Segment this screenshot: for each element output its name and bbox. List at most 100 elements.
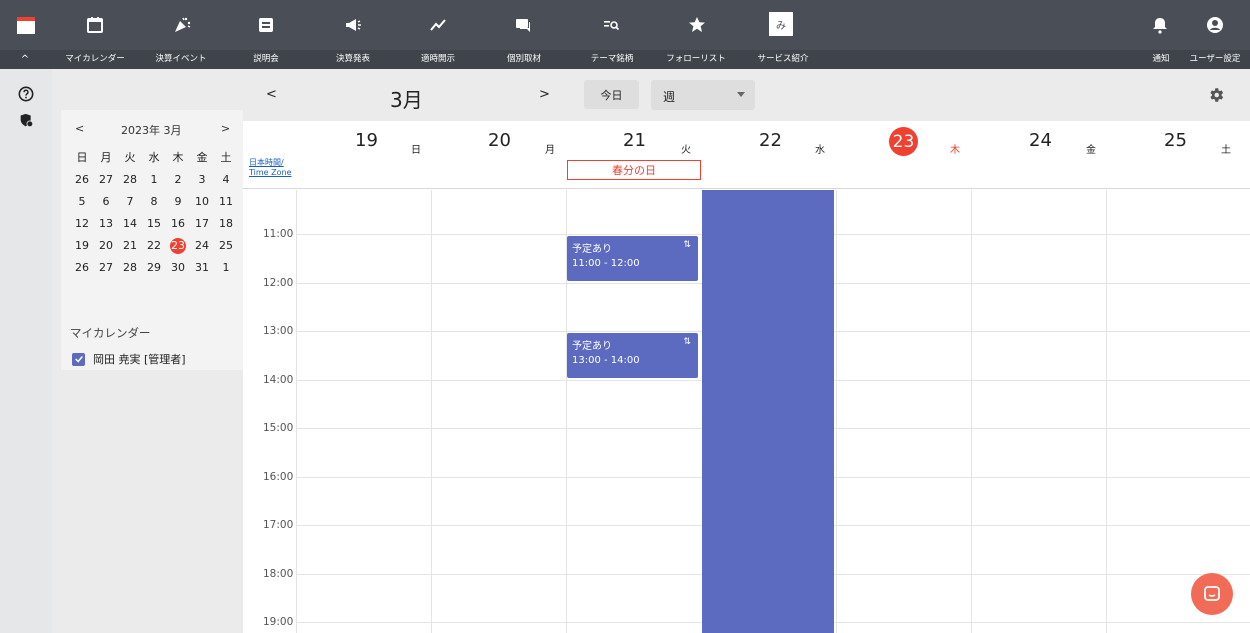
- left-rail: [0, 69, 52, 633]
- holiday-label: 春分の日: [612, 164, 656, 177]
- nav-my-calendar[interactable]: マイカレンダー: [60, 50, 130, 69]
- busy-day-block[interactable]: [702, 190, 834, 633]
- nav-theme-stocks[interactable]: テーマ銘柄: [582, 50, 642, 69]
- day-number[interactable]: 22: [759, 130, 782, 151]
- nav-service-intro[interactable]: サービス紹介: [748, 50, 818, 69]
- mini-day[interactable]: 25: [214, 238, 238, 254]
- star-icon[interactable]: [683, 11, 711, 39]
- mini-day-today[interactable]: 23: [170, 238, 186, 254]
- nav-follow-list[interactable]: フォローリスト: [661, 50, 731, 69]
- mini-weekday: 水: [148, 151, 160, 164]
- nav-individual-interview[interactable]: 個別取材: [499, 50, 549, 69]
- nav-earnings-event[interactable]: 決算イベント: [146, 50, 216, 69]
- calendar-checkbox-row[interactable]: 岡田 尭実 [管理者]: [72, 351, 186, 367]
- bell-icon[interactable]: [1146, 11, 1174, 39]
- time-label: 12:00: [263, 277, 294, 289]
- holiday-banner[interactable]: 春分の日: [567, 160, 701, 180]
- mini-calendar-next[interactable]: >: [221, 122, 230, 135]
- day-column-divider: [836, 190, 837, 633]
- mini-day[interactable]: 27: [94, 260, 118, 276]
- help-icon[interactable]: [17, 85, 35, 103]
- mini-day[interactable]: 17: [190, 216, 214, 232]
- mini-day[interactable]: 12: [70, 216, 94, 232]
- mini-day[interactable]: 9: [166, 194, 190, 210]
- settings-gear-icon[interactable]: [1207, 86, 1225, 104]
- mini-day[interactable]: 27: [94, 172, 118, 188]
- mini-day[interactable]: 5: [70, 194, 94, 210]
- mini-day[interactable]: 6: [94, 194, 118, 210]
- day-number[interactable]: 21: [623, 130, 646, 151]
- mini-day[interactable]: 28: [118, 260, 142, 276]
- time-label: 14:00: [263, 374, 294, 386]
- week-time-grid[interactable]: 11:00 12:00 13:00 14:00 15:00 16:00 17:0…: [243, 190, 1250, 633]
- mini-day[interactable]: 21: [118, 238, 142, 254]
- day-weekday: 金: [1086, 145, 1096, 156]
- mini-day[interactable]: 14: [118, 216, 142, 232]
- mini-day[interactable]: 22: [142, 238, 166, 254]
- month-title: 3月: [390, 88, 423, 112]
- mini-day[interactable]: 20: [94, 238, 118, 254]
- mini-day[interactable]: 15: [142, 216, 166, 232]
- calendar-icon[interactable]: [81, 11, 109, 39]
- nav-notifications[interactable]: 通知: [1146, 50, 1176, 69]
- day-number[interactable]: 20: [488, 130, 511, 151]
- day-number[interactable]: 19: [355, 130, 378, 151]
- sync-arrows-icon: ⇅: [683, 240, 691, 250]
- mini-day[interactable]: 11: [214, 194, 238, 210]
- timezone-link[interactable]: 日本時間/ Time Zone: [249, 158, 292, 178]
- mini-day[interactable]: 13: [94, 216, 118, 232]
- mini-day[interactable]: 18: [214, 216, 238, 232]
- view-select[interactable]: 週: [651, 80, 755, 110]
- mini-day[interactable]: 30: [166, 260, 190, 276]
- time-label: 16:00: [263, 471, 294, 483]
- mini-day[interactable]: 28: [118, 172, 142, 188]
- mini-day[interactable]: 2: [166, 172, 190, 188]
- user-account-icon[interactable]: [1201, 11, 1229, 39]
- mini-day[interactable]: 1: [142, 172, 166, 188]
- mini-day[interactable]: 26: [70, 260, 94, 276]
- presentation-board-icon[interactable]: [252, 11, 280, 39]
- day-number-today[interactable]: 23: [889, 127, 918, 156]
- chat-icon: [1204, 586, 1220, 601]
- mini-day[interactable]: 8: [142, 194, 166, 210]
- mini-calendar-prev[interactable]: <: [75, 122, 84, 135]
- mini-day[interactable]: 3: [190, 172, 214, 188]
- mini-day[interactable]: 24: [190, 238, 214, 254]
- nav-timely-disclosure[interactable]: 適時開示: [413, 50, 463, 69]
- mini-weekday: 日: [76, 151, 88, 164]
- security-shield-icon[interactable]: [17, 111, 35, 129]
- mini-day[interactable]: 31: [190, 260, 214, 276]
- list-search-icon[interactable]: [597, 11, 625, 39]
- day-number[interactable]: 24: [1029, 130, 1052, 151]
- service-avatar-icon[interactable]: み: [769, 12, 793, 36]
- day-weekday: 土: [1221, 145, 1231, 156]
- day-weekday: 日: [411, 145, 421, 156]
- prev-week-button[interactable]: <: [266, 87, 277, 102]
- mini-day[interactable]: 19: [70, 238, 94, 254]
- mini-day[interactable]: 7: [118, 194, 142, 210]
- mini-day[interactable]: 29: [142, 260, 166, 276]
- day-number[interactable]: 25: [1164, 130, 1187, 151]
- mini-day[interactable]: 10: [190, 194, 214, 210]
- mini-day[interactable]: 26: [70, 172, 94, 188]
- app-logo-icon[interactable]: [12, 11, 40, 39]
- trend-chart-icon[interactable]: [424, 11, 452, 39]
- mini-day[interactable]: 4: [214, 172, 238, 188]
- chat-bubbles-icon[interactable]: [509, 11, 537, 39]
- today-button[interactable]: 今日: [584, 80, 639, 109]
- mini-day[interactable]: 1: [214, 260, 238, 276]
- megaphone-icon[interactable]: [339, 11, 367, 39]
- next-week-button[interactable]: >: [539, 87, 550, 102]
- collapse-toggle[interactable]: ^: [18, 50, 32, 69]
- time-label: 17:00: [263, 519, 294, 531]
- party-popper-icon[interactable]: [168, 11, 196, 39]
- chat-launcher-button[interactable]: [1191, 573, 1233, 615]
- nav-user-settings[interactable]: ユーザー設定: [1185, 50, 1245, 69]
- event-block[interactable]: 予定あり 13:00 - 14:00 ⇅: [567, 333, 698, 378]
- event-block[interactable]: 予定あり 11:00 - 12:00 ⇅: [567, 236, 698, 281]
- nav-briefing[interactable]: 説明会: [246, 50, 286, 69]
- time-label: 13:00: [263, 325, 294, 337]
- nav-earnings-release[interactable]: 決算発表: [328, 50, 378, 69]
- mini-day[interactable]: 16: [166, 216, 190, 232]
- calendar-checkbox[interactable]: [72, 352, 85, 366]
